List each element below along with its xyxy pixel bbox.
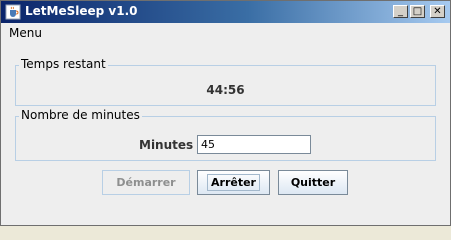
menu-bar: Menu bbox=[1, 23, 450, 43]
stop-button-label: Arrêter bbox=[207, 174, 260, 191]
start-button[interactable]: Démarrer bbox=[102, 170, 190, 195]
app-window: LetMeSleep v1.0 _ □ ✕ Menu Temps restant… bbox=[0, 0, 451, 226]
menu-item-menu[interactable]: Menu bbox=[9, 26, 42, 40]
start-button-label: Démarrer bbox=[116, 176, 176, 189]
remaining-time: 44:56 bbox=[206, 83, 245, 97]
remaining-legend: Temps restant bbox=[19, 57, 108, 71]
close-button[interactable]: ✕ bbox=[430, 5, 445, 18]
title-bar[interactable]: LetMeSleep v1.0 _ □ ✕ bbox=[1, 1, 450, 23]
maximize-button[interactable]: □ bbox=[410, 5, 425, 18]
maximize-icon: □ bbox=[412, 5, 423, 17]
window-title: LetMeSleep v1.0 bbox=[25, 4, 138, 18]
minimize-button[interactable]: _ bbox=[393, 5, 408, 18]
quit-button[interactable]: Quitter bbox=[278, 170, 348, 195]
minutes-label: Minutes : bbox=[139, 138, 203, 152]
minutes-input[interactable] bbox=[197, 135, 311, 154]
minutes-legend: Nombre de minutes bbox=[19, 108, 142, 122]
close-icon: ✕ bbox=[433, 5, 442, 17]
java-cup-icon bbox=[5, 4, 21, 20]
quit-button-label: Quitter bbox=[290, 176, 336, 189]
stop-button[interactable]: Arrêter bbox=[197, 170, 270, 195]
minimize-icon: _ bbox=[398, 5, 403, 17]
